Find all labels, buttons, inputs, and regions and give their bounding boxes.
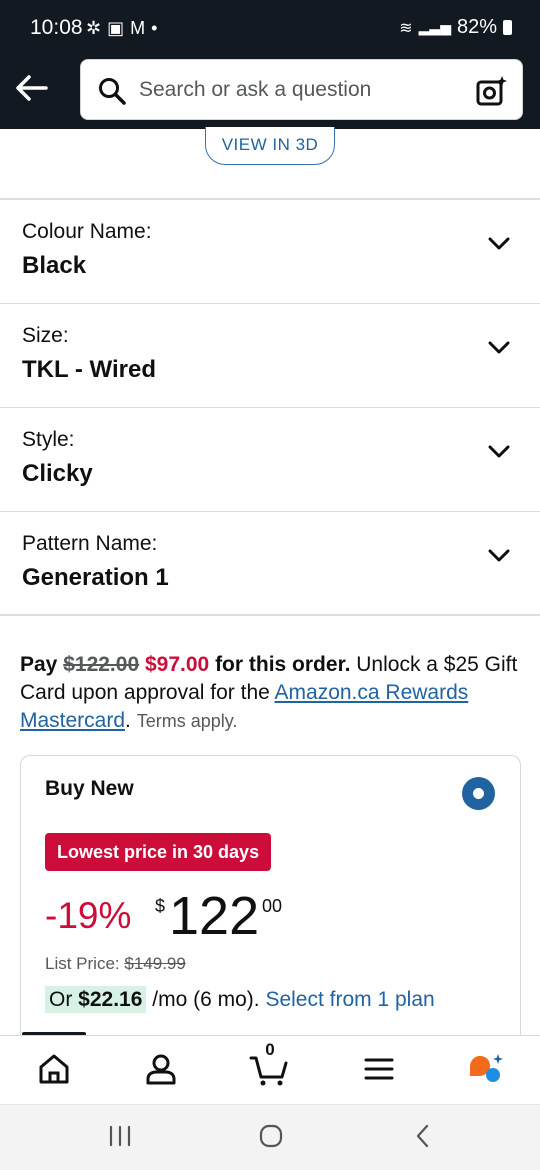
chevron-down-icon xyxy=(488,237,510,250)
variant-value: Clicky xyxy=(22,460,93,487)
menu-icon[interactable] xyxy=(362,1052,396,1086)
system-navigation-bar xyxy=(0,1104,540,1170)
battery-icon xyxy=(503,20,512,35)
promo-pay-text: Pay xyxy=(20,653,58,676)
variant-value: TKL - Wired xyxy=(22,356,157,383)
battery-percent: 82% xyxy=(456,16,497,38)
variant-value: Black xyxy=(22,252,87,279)
discount-percent: -19% xyxy=(45,895,132,936)
camera-lens-icon[interactable] xyxy=(476,75,508,107)
variant-style-selector[interactable]: Style: Clicky xyxy=(0,408,540,512)
buy-new-title: Buy New xyxy=(45,777,134,800)
wifi-icon: ≋ xyxy=(399,19,413,37)
search-bar[interactable] xyxy=(80,59,523,120)
home-button-icon[interactable] xyxy=(258,1124,284,1148)
buy-new-radio[interactable] xyxy=(462,777,495,810)
status-time: 10:08 xyxy=(30,16,83,39)
plan-or: Or xyxy=(49,988,73,1011)
status-bar: 10:08 ✲ ▣ M • ≋ ▂▃▅ 82% xyxy=(0,0,540,56)
cart-count: 0 xyxy=(265,1040,275,1059)
home-icon[interactable] xyxy=(37,1052,71,1086)
price-whole: 122 xyxy=(169,886,260,946)
status-notification-icons: ✲ ▣ M • xyxy=(86,18,157,38)
plan-term: /mo (6 mo). xyxy=(152,988,260,1011)
chevron-down-icon xyxy=(488,341,510,354)
list-price: List Price: $149.99 xyxy=(45,954,186,974)
buy-new-box[interactable]: Buy New Lowest price in 30 days -19% $ 1… xyxy=(20,755,521,1055)
plan-amount: $22.16 xyxy=(78,988,143,1011)
promo-order-text: for this order. xyxy=(215,653,351,676)
variant-pattern-selector[interactable]: Pattern Name: Generation 1 xyxy=(0,512,540,616)
rufus-assistant-icon[interactable] xyxy=(466,1052,506,1086)
top-bar: 10:08 ✲ ▣ M • ≋ ▂▃▅ 82% xyxy=(0,0,540,129)
variant-label: Pattern Name: xyxy=(22,532,158,555)
variant-label: Size: xyxy=(22,324,69,347)
promo-new-price: $97.00 xyxy=(144,653,210,676)
select-plan-link[interactable]: Select from 1 plan xyxy=(265,988,434,1011)
plan-highlight: Or $22.16 xyxy=(45,986,147,1013)
monthly-plan: Or $22.16 /mo (6 mo). Select from 1 plan xyxy=(45,986,435,1013)
promo-period: . xyxy=(125,709,131,732)
promo-old-price: $122.00 xyxy=(63,653,140,676)
chevron-down-icon xyxy=(488,549,510,562)
price-currency: $ xyxy=(155,896,166,916)
bug-notification-icon: ✲ xyxy=(86,18,102,38)
signal-icon: ▂▃▅ xyxy=(418,19,451,35)
recent-apps-icon[interactable] xyxy=(108,1125,132,1147)
terms-text: Terms apply. xyxy=(136,711,238,731)
variant-label: Colour Name: xyxy=(22,220,152,243)
search-input[interactable] xyxy=(139,72,459,108)
variant-size-selector[interactable]: Size: TKL - Wired xyxy=(0,304,540,408)
variant-label: Style: xyxy=(22,428,75,451)
dot-icon: • xyxy=(151,18,158,38)
view-in-3d-button[interactable]: VIEW IN 3D xyxy=(205,127,335,165)
chevron-down-icon xyxy=(488,445,510,458)
gmail-notification-icon: M xyxy=(130,18,146,38)
shop-notification-icon: ▣ xyxy=(107,18,125,38)
deal-badge: Lowest price in 30 days xyxy=(45,833,272,871)
credit-card-promo: Pay $122.00 $97.00 for this order. Unloc… xyxy=(20,651,525,735)
variant-value: Generation 1 xyxy=(22,564,169,591)
search-icon xyxy=(99,78,126,105)
variant-colour-selector[interactable]: Colour Name: Black xyxy=(0,200,540,304)
list-price-value: $149.99 xyxy=(124,954,186,973)
status-right: ≋ ▂▃▅ 82% xyxy=(399,16,512,39)
account-icon[interactable] xyxy=(144,1052,178,1086)
back-button-icon[interactable] xyxy=(413,1124,433,1148)
list-price-label: List Price: xyxy=(45,954,120,973)
price-fraction: 00 xyxy=(262,896,283,916)
back-arrow-icon[interactable] xyxy=(14,72,50,104)
